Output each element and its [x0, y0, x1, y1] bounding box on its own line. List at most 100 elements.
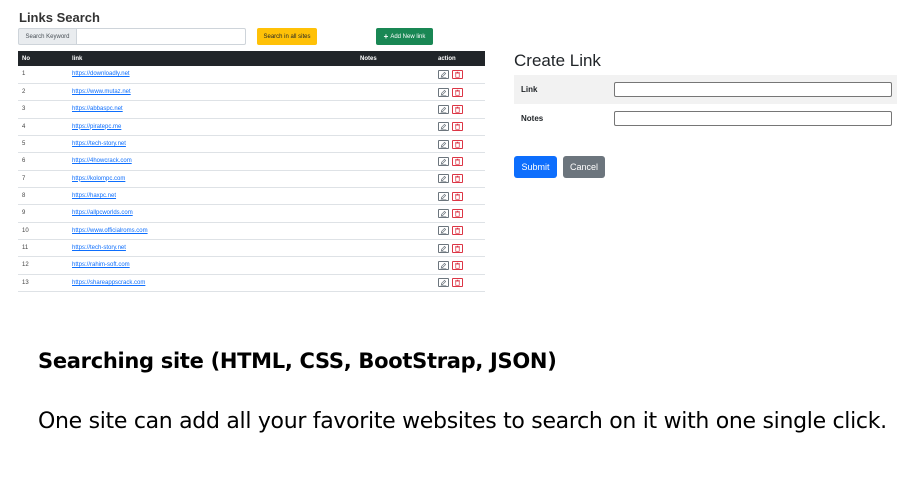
edit-icon[interactable] [438, 87, 449, 97]
row-link-cell: https://4howcrack.com [68, 153, 356, 170]
row-link[interactable]: https://piratepc.me [72, 124, 121, 130]
caption-heading: Searching site (HTML, CSS, BootStrap, JS… [38, 349, 557, 373]
row-link-cell: https://abbaspc.net [68, 101, 356, 118]
edit-icon[interactable] [438, 104, 449, 114]
edit-icon[interactable] [438, 243, 449, 253]
row-number: 4 [22, 123, 26, 130]
table-row: 8 https://haxpc.net [18, 187, 485, 205]
edit-icon[interactable] [438, 122, 449, 132]
row-link-cell: https://haxpc.net [68, 187, 356, 204]
form-row-link: Link [514, 75, 897, 104]
row-link-cell: https://allpcworlds.com [68, 205, 356, 222]
row-link[interactable]: https://shareappscrack.com [72, 280, 145, 286]
row-link-cell: https://piratepc.me [68, 118, 356, 135]
row-link[interactable]: https://4howcrack.com [72, 158, 132, 164]
row-notes [356, 83, 434, 100]
row-link-cell: https://downloadly.net [68, 66, 356, 83]
trash-icon[interactable] [452, 260, 463, 270]
row-actions [434, 239, 485, 256]
add-new-link-button[interactable]: + Add New link [376, 28, 433, 45]
row-link-cell: https://www.mutaz.net [68, 83, 356, 100]
trash-icon[interactable] [452, 69, 463, 79]
header-notes: Notes [360, 55, 377, 62]
table-row: 7 https://kolompc.com [18, 170, 485, 188]
submit-button[interactable]: Submit [514, 156, 557, 178]
table-row: 11 https://tech-story.net [18, 239, 485, 257]
trash-icon[interactable] [452, 208, 463, 218]
row-notes [356, 170, 434, 187]
edit-icon[interactable] [438, 156, 449, 166]
row-notes [356, 222, 434, 239]
row-actions [434, 205, 485, 222]
row-link[interactable]: https://downloadly.net [72, 71, 130, 77]
row-link[interactable]: https://www.officialroms.com [72, 228, 148, 234]
trash-icon[interactable] [452, 104, 463, 114]
links-table: No link Notes action 1 https://downloadly… [18, 51, 485, 292]
row-notes [356, 187, 434, 204]
edit-icon[interactable] [438, 208, 449, 218]
row-link[interactable]: https://abbaspc.net [72, 106, 123, 112]
notes-input[interactable] [614, 111, 892, 126]
row-link[interactable]: https://haxpc.net [72, 193, 116, 199]
row-notes [356, 153, 434, 170]
trash-icon[interactable] [452, 278, 463, 288]
row-number: 10 [22, 227, 29, 234]
link-input[interactable] [614, 82, 892, 97]
trash-icon[interactable] [452, 122, 463, 132]
row-actions [434, 170, 485, 187]
add-new-link-label: Add New link [390, 33, 426, 40]
plus-icon: + [383, 31, 389, 41]
edit-icon[interactable] [438, 174, 449, 184]
app-screenshot: Links Search Search Keyword Search in al… [0, 0, 908, 320]
row-link-cell: https://kolompc.com [68, 170, 356, 187]
page-title: Links Search [19, 10, 100, 25]
row-link[interactable]: https://www.mutaz.net [72, 89, 131, 95]
row-notes [356, 257, 434, 274]
edit-icon[interactable] [438, 69, 449, 79]
row-notes [356, 205, 434, 222]
row-link[interactable]: https://tech-story.net [72, 245, 126, 251]
trash-icon[interactable] [452, 156, 463, 166]
row-link[interactable]: https://allpcworlds.com [72, 210, 133, 216]
row-link-cell: https://tech-story.net [68, 135, 356, 152]
header-action: action [438, 55, 456, 62]
row-link[interactable]: https://kolompc.com [72, 176, 125, 182]
row-actions [434, 153, 485, 170]
row-number: 9 [22, 210, 26, 217]
row-notes [356, 274, 434, 291]
row-number: 13 [22, 279, 29, 286]
trash-icon[interactable] [452, 139, 463, 149]
trash-icon[interactable] [452, 87, 463, 97]
edit-icon[interactable] [438, 191, 449, 201]
table-row: 10 https://www.officialroms.com [18, 222, 485, 240]
table-row: 4 https://piratepc.me [18, 118, 485, 136]
trash-icon[interactable] [452, 191, 463, 201]
edit-icon[interactable] [438, 226, 449, 236]
row-actions [434, 222, 485, 239]
caption-text: One site can add all your favorite websi… [38, 409, 887, 434]
row-notes [356, 118, 434, 135]
trash-icon[interactable] [452, 226, 463, 236]
edit-icon[interactable] [438, 278, 449, 288]
row-number: 1 [22, 71, 26, 78]
trash-icon[interactable] [452, 243, 463, 253]
search-keyword-label: Search Keyword [18, 28, 76, 45]
row-link[interactable]: https://rahim-soft.com [72, 262, 130, 268]
search-input[interactable] [76, 28, 246, 45]
search-all-sites-button[interactable]: Search in all sites [257, 28, 317, 45]
trash-icon[interactable] [452, 174, 463, 184]
edit-icon[interactable] [438, 139, 449, 149]
table-row: 13 https://shareappscrack.com [18, 274, 485, 292]
row-notes [356, 135, 434, 152]
row-number: 5 [22, 141, 26, 148]
row-actions [434, 101, 485, 118]
table-row: 9 https://allpcworlds.com [18, 205, 485, 223]
notes-label: Notes [521, 114, 544, 123]
cancel-button[interactable]: Cancel [563, 156, 605, 178]
table-header-row: No link Notes action [18, 51, 485, 66]
table-row: 5 https://tech-story.net [18, 135, 485, 153]
link-label: Link [521, 85, 538, 94]
edit-icon[interactable] [438, 260, 449, 270]
row-link[interactable]: https://tech-story.net [72, 141, 126, 147]
table-row: 12 https://rahim-soft.com [18, 257, 485, 275]
